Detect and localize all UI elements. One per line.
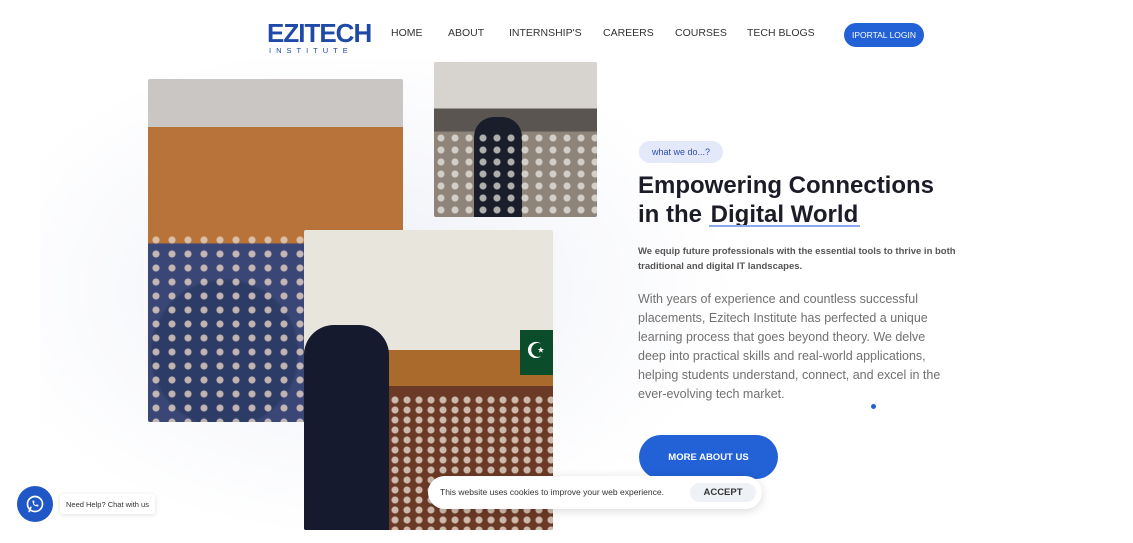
cookie-text: This website uses cookies to improve you… (440, 487, 664, 497)
flag-image (520, 330, 553, 375)
headline-highlight: Digital World (708, 201, 860, 228)
nav-about[interactable]: ABOUT (448, 26, 484, 40)
hero-headline: Empowering Connections in the Digital Wo… (638, 171, 958, 229)
decorative-dot (871, 404, 876, 409)
nav-internships[interactable]: INTERNSHIP'S (509, 26, 582, 40)
nav-courses[interactable]: COURSES (675, 26, 727, 40)
navbar: EZITECH INSTITUTE HOME ABOUT INTERNSHIP'… (235, 10, 935, 58)
cookie-accept-button[interactable]: ACCEPT (690, 483, 756, 502)
more-about-us-button[interactable]: MORE ABOUT US (639, 435, 778, 479)
section-tag: what we do...? (639, 141, 723, 163)
logo-main-text: EZITECH (267, 18, 372, 48)
cookie-banner: This website uses cookies to improve you… (428, 476, 762, 509)
nav-home[interactable]: HOME (391, 26, 423, 40)
nav-tech-blogs[interactable]: TECH BLOGS (747, 26, 815, 40)
auditorium-photo-top (434, 62, 597, 217)
portal-login-button[interactable]: IPORTAL LOGIN (844, 23, 924, 47)
logo-sub-text: INSTITUTE (269, 46, 353, 55)
whatsapp-help-label[interactable]: Need Help? Chat with us (60, 494, 155, 514)
hero-subtitle: We equip future professionals with the e… (638, 246, 956, 272)
logo[interactable]: EZITECH INSTITUTE (267, 20, 372, 58)
nav-careers[interactable]: CAREERS (603, 26, 654, 40)
whatsapp-icon (26, 495, 44, 513)
whatsapp-button[interactable] (17, 486, 53, 522)
hero-body: With years of experience and countless s… (638, 292, 941, 401)
